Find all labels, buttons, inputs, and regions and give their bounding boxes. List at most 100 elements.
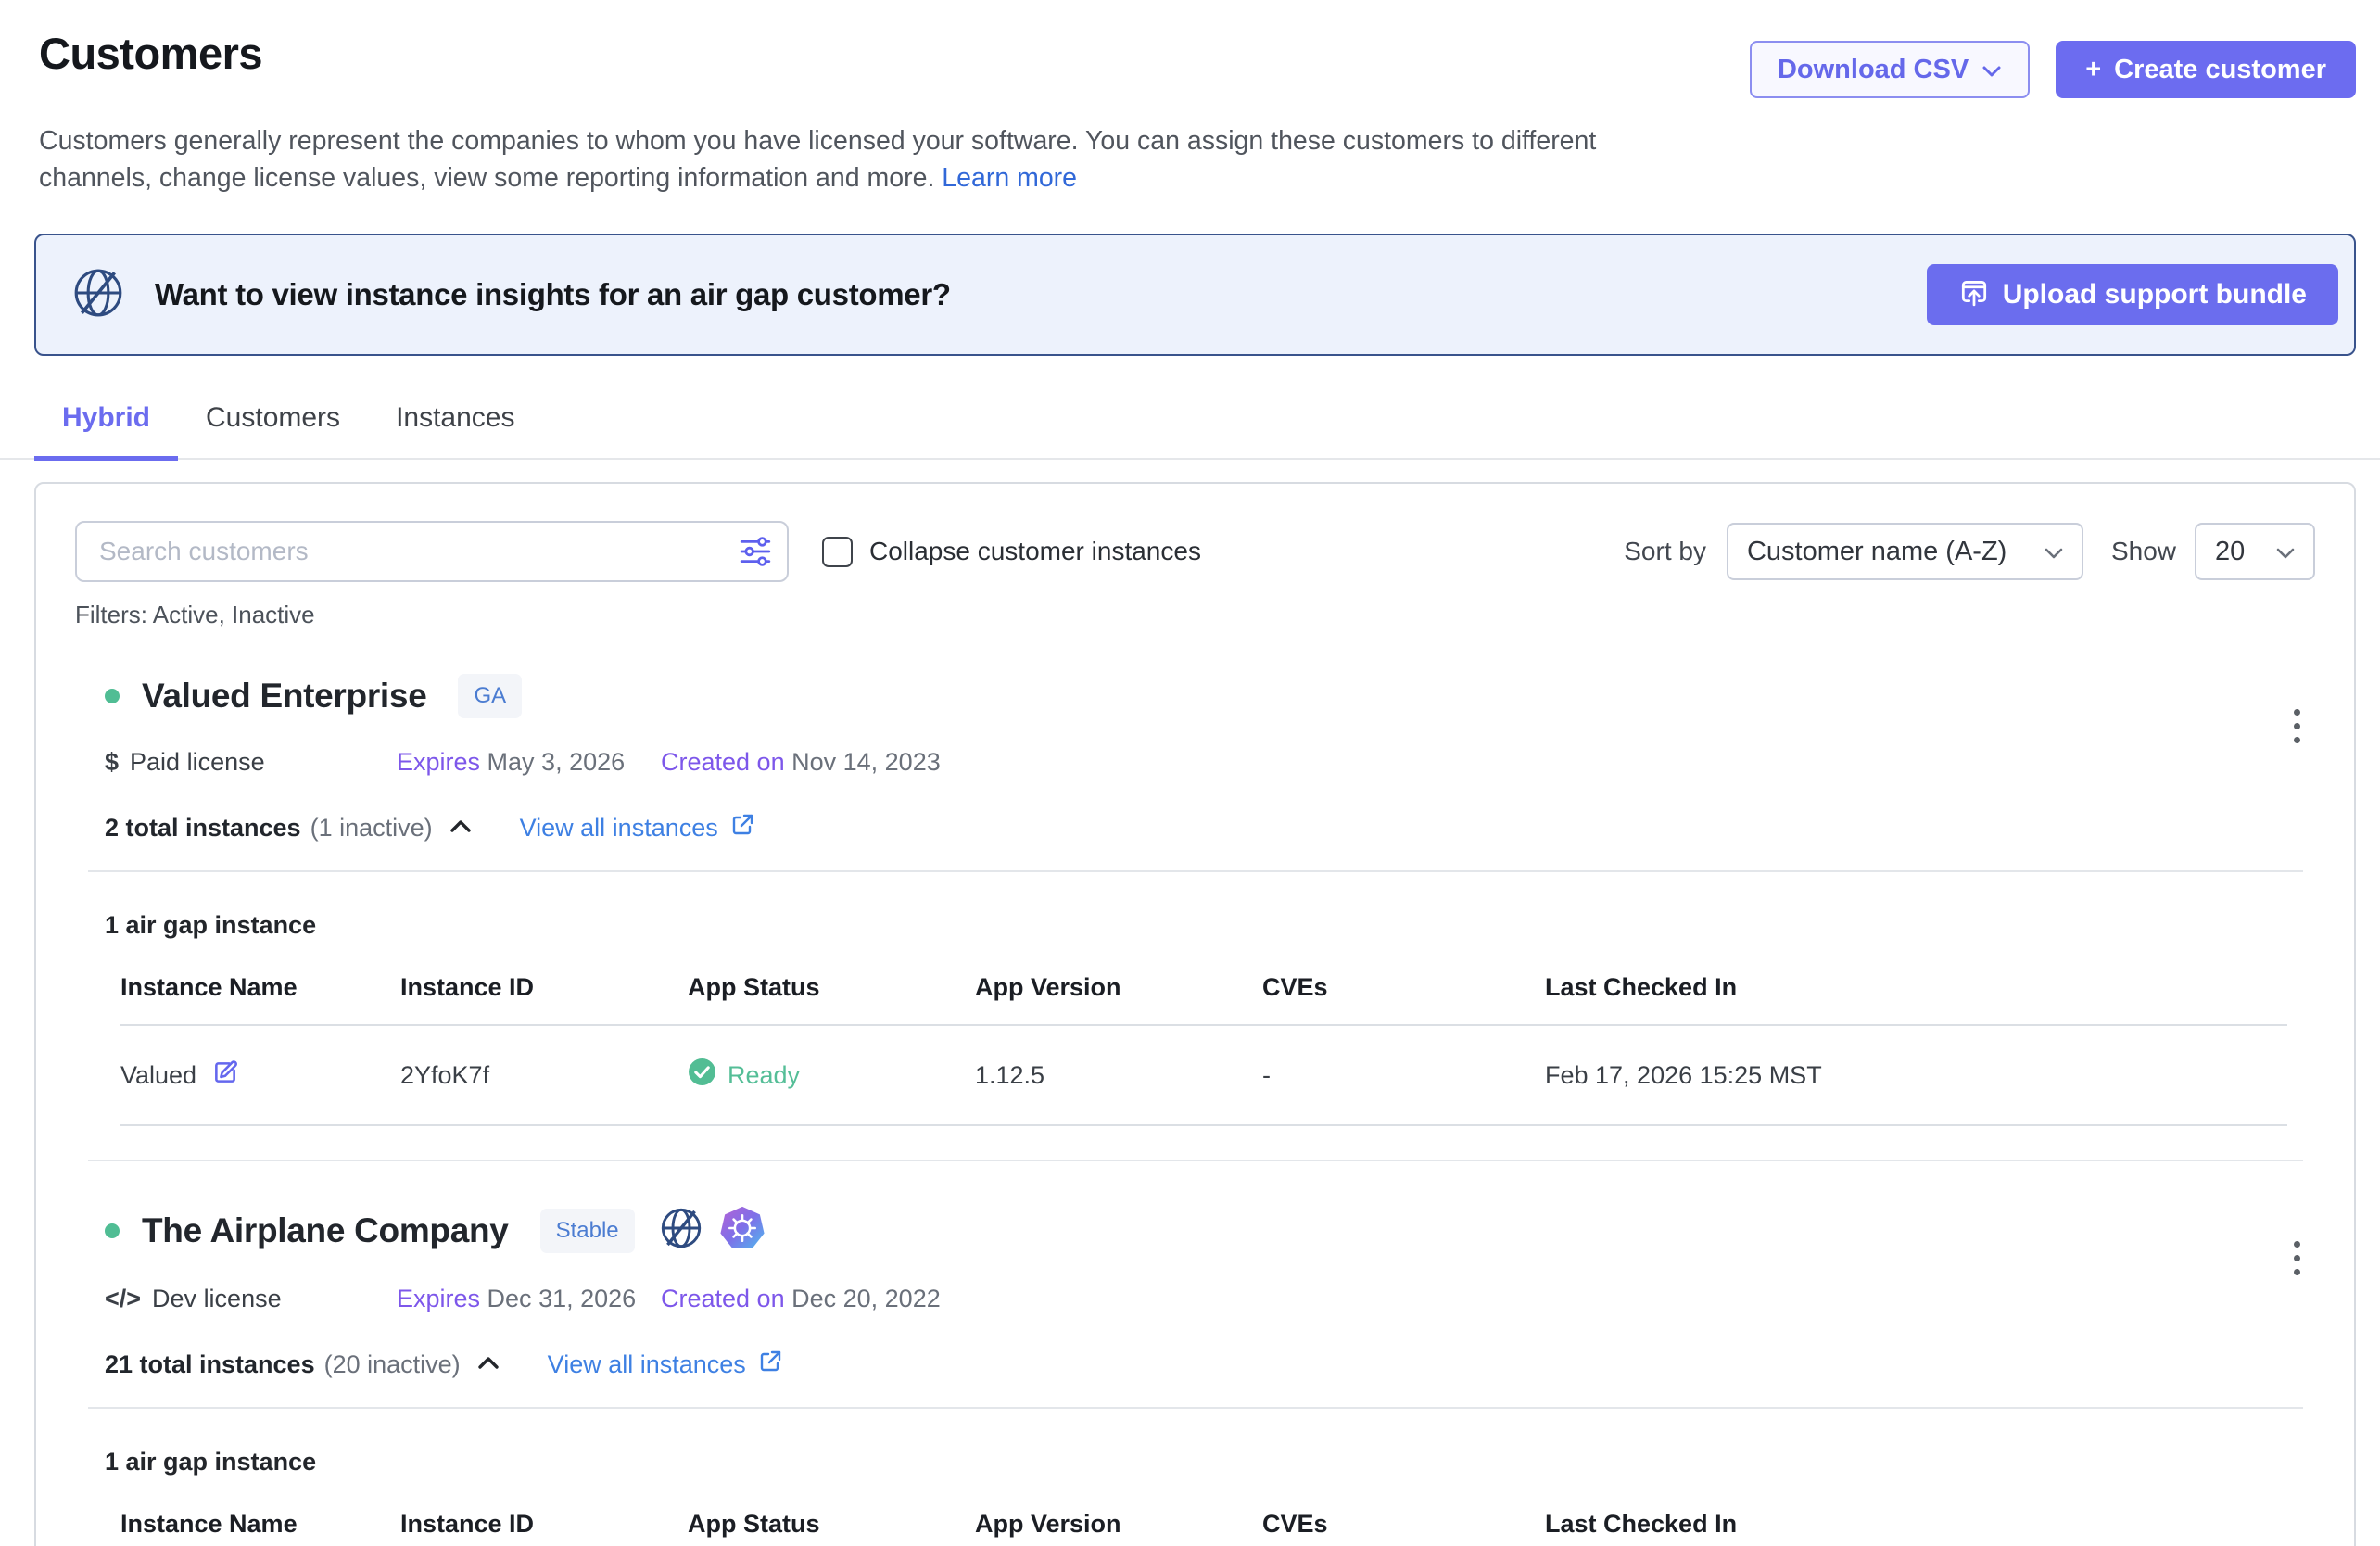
col-instance-id: Instance ID	[400, 1510, 688, 1539]
total-instances-count: 21 total instances	[105, 1350, 315, 1379]
expires-value: May 3, 2026	[487, 748, 626, 776]
last-checked-in-cell: Feb 17, 2026 15:25 MST	[1545, 1061, 2287, 1090]
tab-bar: Hybrid Customers Instances	[0, 402, 2380, 460]
banner-title: Want to view instance insights for an ai…	[155, 277, 1927, 312]
external-link-icon	[729, 812, 755, 844]
search-wrap	[75, 521, 789, 582]
page-header: Customers Download CSV + Create customer	[0, 0, 2380, 98]
external-link-icon	[757, 1349, 783, 1381]
description-text: Customers generally represent the compan…	[39, 126, 1596, 193]
col-cves: CVEs	[1262, 973, 1545, 1002]
customer-meta-row: </> Dev license Expires Dec 31, 2026 Cre…	[105, 1285, 2315, 1313]
filter-sliders-icon[interactable]	[739, 536, 772, 572]
plus-icon: +	[2085, 55, 2101, 85]
sort-select[interactable]: Customer name (A-Z)	[1727, 523, 2083, 580]
col-app-version: App Version	[975, 1510, 1262, 1539]
upload-support-bundle-label: Upload support bundle	[2003, 279, 2307, 310]
license-type-label: Paid license	[130, 748, 265, 777]
view-all-instances-link[interactable]: View all instances	[548, 1349, 783, 1381]
table-row: Valued 2YfoK7f Ready	[120, 1026, 2287, 1126]
channel-badge: GA	[458, 674, 522, 718]
chevron-down-icon	[1981, 55, 2002, 85]
chevron-down-icon	[2276, 537, 2295, 567]
col-app-version: App Version	[975, 973, 1262, 1002]
col-app-status: App Status	[688, 1510, 975, 1539]
upload-icon	[1958, 275, 1990, 314]
col-instance-name: Instance Name	[120, 1510, 400, 1539]
customer-name[interactable]: The Airplane Company	[142, 1211, 509, 1250]
inactive-instances-note: (20 inactive)	[324, 1350, 461, 1379]
instance-name: Valued	[120, 1061, 196, 1090]
created-on-label: Created on	[661, 748, 785, 776]
collapse-instances-label: Collapse customer instances	[869, 537, 1201, 566]
chevron-down-icon	[2045, 537, 2063, 567]
sort-by-label: Sort by	[1624, 537, 1706, 566]
show-select[interactable]: 20	[2195, 523, 2315, 580]
expires-field: Expires May 3, 2026	[397, 748, 661, 777]
expires-label: Expires	[397, 1285, 480, 1312]
col-instance-id: Instance ID	[400, 973, 688, 1002]
active-status-dot	[105, 1223, 120, 1238]
instance-id-cell: 2YfoK7f	[400, 1061, 688, 1090]
tab-instances[interactable]: Instances	[368, 402, 542, 458]
customer-menu-button[interactable]	[2288, 703, 2306, 749]
customer-menu-button[interactable]	[2288, 1236, 2306, 1281]
page-description: Customers generally represent the compan…	[39, 122, 1679, 196]
check-circle-icon	[688, 1058, 716, 1093]
kubernetes-icon	[720, 1206, 765, 1255]
create-customer-button[interactable]: + Create customer	[2056, 41, 2356, 98]
airgap-globe-icon	[659, 1206, 703, 1255]
customers-card: Collapse customer instances Sort by Cust…	[34, 482, 2356, 1546]
customer-title-row: The Airplane Company Stable	[105, 1206, 2315, 1255]
section-divider	[88, 1407, 2303, 1409]
app-status-text: Ready	[728, 1061, 800, 1090]
created-on-label: Created on	[661, 1285, 785, 1312]
learn-more-link[interactable]: Learn more	[942, 163, 1077, 193]
inactive-instances-note: (1 inactive)	[310, 814, 433, 843]
expires-label: Expires	[397, 748, 480, 776]
created-on-value: Dec 20, 2022	[791, 1285, 941, 1312]
col-cves: CVEs	[1262, 1510, 1545, 1539]
col-last-checked-in: Last Checked In	[1545, 1510, 2287, 1539]
show-label: Show	[2111, 537, 2176, 566]
view-all-instances-label: View all instances	[520, 814, 718, 843]
col-app-status: App Status	[688, 973, 975, 1002]
collapse-instances-control[interactable]: Collapse customer instances	[822, 537, 1201, 567]
paid-license-icon: $	[105, 748, 119, 777]
instances-table-header: Instance Name Instance ID App Status App…	[120, 1510, 2287, 1546]
upload-support-bundle-button[interactable]: Upload support bundle	[1927, 264, 2338, 325]
customer-meta-row: $ Paid license Expires May 3, 2026 Creat…	[105, 748, 2315, 777]
chevron-up-icon[interactable]	[449, 819, 472, 838]
sort-select-value: Customer name (A-Z)	[1747, 537, 2007, 567]
customers-toolbar: Collapse customer instances Sort by Cust…	[75, 521, 2315, 582]
created-field: Created on Dec 20, 2022	[661, 1285, 941, 1313]
expires-field: Expires Dec 31, 2026	[397, 1285, 661, 1313]
search-input[interactable]	[75, 521, 789, 582]
tab-customers[interactable]: Customers	[178, 402, 368, 458]
customer-block-valued-enterprise: Valued Enterprise GA $ Paid license Expi…	[75, 674, 2315, 1126]
section-divider	[88, 870, 2303, 872]
customer-name[interactable]: Valued Enterprise	[142, 677, 426, 716]
airgap-instances-heading: 1 air gap instance	[105, 911, 2315, 940]
license-type-label: Dev license	[152, 1285, 282, 1313]
col-instance-name: Instance Name	[120, 973, 400, 1002]
view-all-instances-label: View all instances	[548, 1350, 746, 1379]
view-all-instances-link[interactable]: View all instances	[520, 812, 755, 844]
collapse-instances-checkbox[interactable]	[822, 537, 853, 567]
download-csv-button[interactable]: Download CSV	[1750, 41, 2030, 98]
customers-page: Customers Download CSV + Create customer…	[0, 0, 2380, 1546]
page-title: Customers	[39, 28, 262, 79]
edit-icon[interactable]	[211, 1058, 239, 1093]
chevron-up-icon[interactable]	[477, 1356, 500, 1375]
license-type: $ Paid license	[105, 748, 397, 777]
expires-value: Dec 31, 2026	[487, 1285, 637, 1312]
channel-badge: Stable	[540, 1209, 635, 1253]
instance-name-cell: Valued	[120, 1058, 400, 1093]
instances-table-header: Instance Name Instance ID App Status App…	[120, 973, 2287, 1026]
cves-cell: -	[1262, 1061, 1545, 1090]
customer-separator	[88, 1160, 2303, 1161]
instance-count-row: 2 total instances (1 inactive) View all …	[105, 812, 2315, 844]
airgap-instances-heading: 1 air gap instance	[105, 1448, 2315, 1476]
tab-hybrid[interactable]: Hybrid	[34, 402, 178, 458]
customer-block-airplane-company: The Airplane Company Stable	[75, 1206, 2315, 1546]
